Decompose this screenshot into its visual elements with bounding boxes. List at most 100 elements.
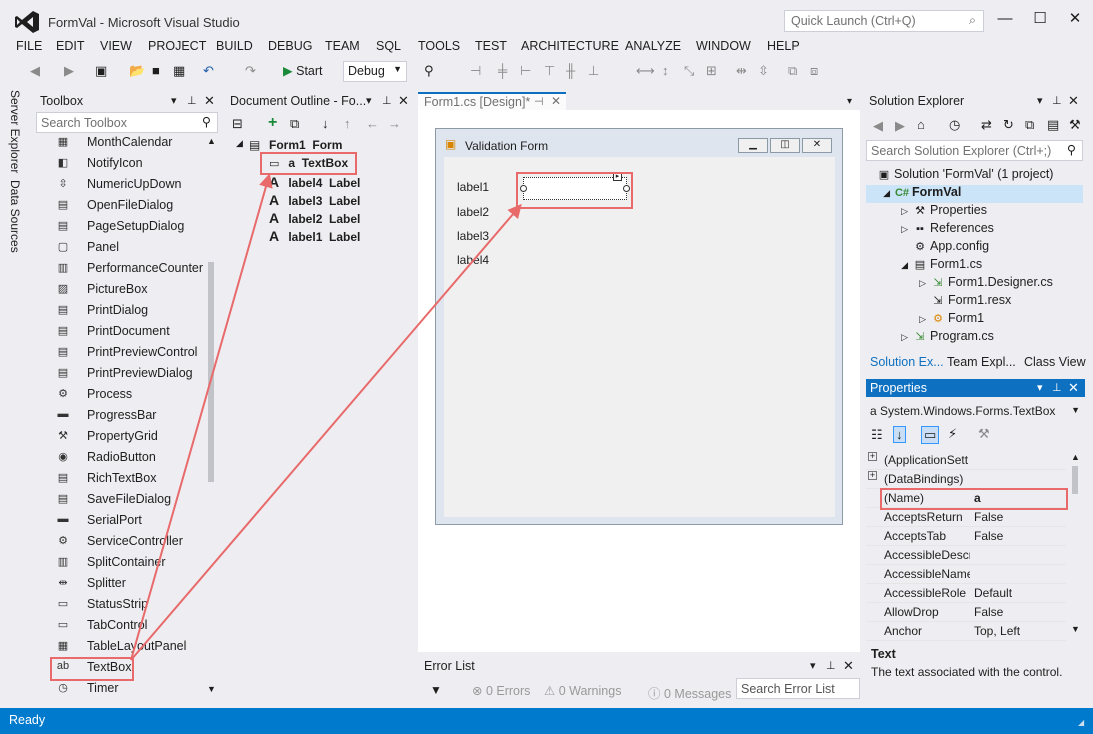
properties-object-selector[interactable]: a System.Windows.Forms.TextBox ▼	[866, 402, 1083, 420]
toolbox-item-panel[interactable]: ▢ Panel	[52, 238, 202, 258]
undo-icon[interactable]: ↶	[203, 63, 214, 79]
solution-node-app-config[interactable]: ⚙ App.config	[866, 239, 1083, 257]
solution-node-properties[interactable]: ▷ ⚒ Properties	[866, 203, 1083, 221]
scroll-down-icon[interactable]: ▼	[207, 684, 216, 694]
outline-node-label1[interactable]: A label1 Label	[269, 228, 360, 244]
move-down-icon[interactable]: ↓	[322, 116, 329, 131]
server-explorer-tab[interactable]: Server Explorer	[8, 90, 22, 173]
maximize-button[interactable]: ☐	[1025, 8, 1055, 30]
menu-sql[interactable]: SQL	[376, 39, 401, 53]
outline-node-label2[interactable]: A label2 Label	[269, 210, 360, 226]
forward-icon[interactable]: ▶	[895, 118, 905, 134]
navigate-forward-icon[interactable]: ▶	[64, 63, 74, 79]
redo-icon[interactable]: ↷	[245, 63, 256, 79]
dropdown-icon[interactable]: ▾	[810, 659, 816, 672]
navigate-back-icon[interactable]: ◀	[30, 63, 40, 79]
move-up-icon[interactable]: ↑	[344, 116, 351, 131]
toolbox-search-input[interactable]: Search Toolbox ⚲	[36, 112, 218, 133]
close-icon[interactable]: ✕	[1068, 380, 1079, 396]
scroll-up-icon[interactable]: ▲	[1071, 452, 1080, 462]
make-same-height-icon[interactable]: ↕	[662, 63, 669, 78]
align-middle-icon[interactable]: ╫	[566, 63, 575, 78]
alphabetical-icon[interactable]: ↓	[893, 426, 906, 443]
outline-node-form1[interactable]: Form1 Form	[269, 138, 342, 152]
align-right-icon[interactable]: ⊢	[520, 63, 531, 79]
property-value[interactable]: False	[974, 529, 1003, 543]
menu-edit[interactable]: EDIT	[56, 39, 84, 53]
form-label1[interactable]: label1	[457, 180, 489, 194]
add-icon[interactable]: +	[268, 114, 277, 132]
property-value[interactable]: False	[974, 510, 1003, 524]
pin-icon[interactable]: ⊥	[1052, 381, 1062, 394]
save-all-icon[interactable]: ▦	[173, 63, 185, 79]
toolbox-item-savefiledialog[interactable]: ▤ SaveFileDialog	[52, 490, 202, 510]
toolbox-item-printpreviewcontrol[interactable]: ▤ PrintPreviewControl	[52, 343, 202, 363]
open-file-icon[interactable]: 📂	[129, 63, 145, 79]
events-icon[interactable]: ⚡	[948, 426, 957, 442]
new-project-icon[interactable]: ▣	[95, 63, 107, 79]
start-debugging-button[interactable]: ▶ Start	[283, 63, 323, 78]
dropdown-icon[interactable]: ▾	[171, 94, 177, 107]
property-row-acceptstab[interactable]: AcceptsTab False	[866, 527, 1066, 546]
toolbox-item-printdocument[interactable]: ▤ PrintDocument	[52, 322, 202, 342]
copy-icon[interactable]: ⧉	[290, 116, 299, 132]
property-row-allowdrop[interactable]: AllowDrop False	[866, 603, 1066, 622]
properties-scrollbar[interactable]: ▲ ▼	[1069, 452, 1081, 636]
messages-filter[interactable]: ⓘ 0 Messages	[648, 683, 731, 702]
solution-node-form1-cs[interactable]: ◢ ▤ Form1.cs	[866, 257, 1083, 275]
menu-tools[interactable]: TOOLS	[418, 39, 460, 53]
property-row-databindings[interactable]: + (DataBindings)	[866, 470, 1066, 489]
toolbox-item-tabcontrol[interactable]: ▭ TabControl	[52, 616, 202, 636]
back-icon[interactable]: ◀	[873, 118, 883, 134]
align-bottom-icon[interactable]: ⊥	[588, 63, 599, 79]
form-close-button[interactable]: ✕	[802, 138, 832, 153]
menu-analyze[interactable]: ANALYZE	[625, 39, 681, 53]
solution-node-form1-resx[interactable]: ⇲ Form1.resx	[866, 293, 1083, 311]
data-sources-tab[interactable]: Data Sources	[8, 180, 22, 253]
close-button[interactable]: ✕	[1060, 8, 1090, 30]
toolbox-item-progressbar[interactable]: ▬ ProgressBar	[52, 406, 202, 426]
refresh-icon[interactable]: ↻	[1003, 117, 1014, 133]
property-value[interactable]: False	[974, 605, 1003, 619]
scroll-up-icon[interactable]: ▲	[207, 136, 216, 146]
categorized-icon[interactable]: ☷	[871, 427, 883, 443]
dropdown-icon[interactable]: ▾	[1037, 94, 1043, 107]
toolbox-item-picturebox[interactable]: ▨ PictureBox	[52, 280, 202, 300]
scroll-down-icon[interactable]: ▼	[1071, 624, 1080, 634]
align-center-icon[interactable]: ╪	[498, 63, 507, 78]
toolbox-item-propertygrid[interactable]: ⚒ PropertyGrid	[52, 427, 202, 447]
warnings-filter[interactable]: ⚠ 0 Warnings	[544, 683, 621, 698]
menu-view[interactable]: VIEW	[100, 39, 132, 53]
menu-help[interactable]: HELP	[767, 39, 800, 53]
align-left-icon[interactable]: ⊣	[470, 63, 481, 79]
toolbox-item-serialport[interactable]: ▬ SerialPort	[52, 511, 202, 531]
errors-filter[interactable]: ⊗ 0 Errors	[472, 683, 530, 698]
align-top-icon[interactable]: ⊤	[544, 63, 555, 79]
toolbox-item-radiobutton[interactable]: ◉ RadioButton	[52, 448, 202, 468]
solution-node-solution-formval-1-project[interactable]: ▣ Solution 'FormVal' (1 project)	[866, 167, 1083, 185]
document-dropdown-icon[interactable]: ▾	[847, 96, 852, 107]
error-list-search-input[interactable]: Search Error List	[736, 678, 860, 699]
outline-node-label3[interactable]: A label3 Label	[269, 192, 360, 208]
toolbox-item-notifyicon[interactable]: ◧ NotifyIcon	[52, 154, 202, 174]
toolbox-item-tablelayoutpanel[interactable]: ▦ TableLayoutPanel	[52, 637, 202, 657]
close-icon[interactable]: ✕	[204, 93, 215, 109]
outline-node-label4[interactable]: A label4 Label	[269, 174, 360, 190]
solution-explorer-search-input[interactable]: Search Solution Explorer (Ctrl+;) ⚲	[866, 140, 1083, 161]
scroll-thumb[interactable]	[1072, 466, 1078, 494]
expand-toggle-icon[interactable]: ▷	[866, 314, 930, 325]
size-to-grid-icon[interactable]: ⊞	[706, 63, 717, 79]
attach-icon[interactable]: ⚲	[424, 63, 434, 79]
property-row-anchor[interactable]: Anchor Top, Left	[866, 622, 1066, 641]
solution-node-references[interactable]: ▷ ▪▪ References	[866, 221, 1083, 239]
save-icon[interactable]: ■	[152, 63, 160, 78]
form-label3[interactable]: label3	[457, 229, 489, 243]
menu-build[interactable]: BUILD	[216, 39, 253, 53]
expand-toggle-icon[interactable]: ▷	[866, 206, 912, 217]
tab-solution-explorer[interactable]: Solution Ex...	[870, 355, 944, 369]
solution-node-formval[interactable]: ◢ C# FormVal	[866, 185, 1083, 203]
menu-window[interactable]: WINDOW	[696, 39, 751, 53]
toolbox-item-printdialog[interactable]: ▤ PrintDialog	[52, 301, 202, 321]
form-minimize-button[interactable]: ▁	[738, 138, 768, 153]
solution-node-form1[interactable]: ▷ ⚙ Form1	[866, 311, 1083, 329]
